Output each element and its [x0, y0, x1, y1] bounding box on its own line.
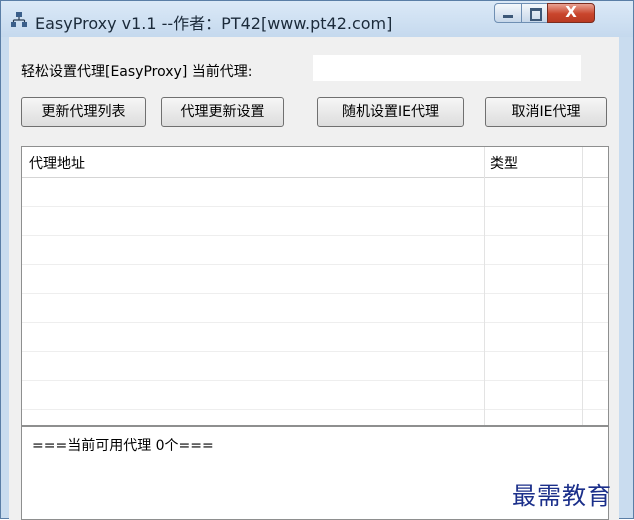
column-header-type[interactable]: 类型	[490, 153, 518, 173]
proxy-list[interactable]: 代理地址 类型	[21, 146, 609, 426]
window-title: EasyProxy v1.1 --作者：PT42[www.pt42.com]	[35, 14, 393, 33]
close-button[interactable]: X	[547, 3, 595, 23]
list-row[interactable]	[22, 323, 608, 352]
list-row[interactable]	[22, 207, 608, 236]
refresh-proxy-list-button[interactable]: 更新代理列表	[21, 97, 146, 127]
column-header-address[interactable]: 代理地址	[29, 153, 85, 173]
network-icon	[11, 12, 27, 27]
list-row[interactable]	[22, 294, 608, 323]
title-bar[interactable]: EasyProxy v1.1 --作者：PT42[www.pt42.com] X	[1, 1, 633, 37]
list-row[interactable]	[22, 265, 608, 294]
main-panel: 轻松设置代理[EasyProxy] 当前代理: 更新代理列表 代理更新设置 随机…	[9, 37, 619, 520]
maximize-button[interactable]	[521, 3, 548, 23]
column-divider	[582, 147, 583, 425]
cancel-ie-proxy-button[interactable]: 取消IE代理	[485, 97, 607, 127]
current-proxy-field[interactable]	[313, 55, 581, 81]
list-row[interactable]	[22, 236, 608, 265]
list-row[interactable]	[22, 178, 608, 207]
watermark-text: 最需教育	[512, 482, 612, 510]
app-window: EasyProxy v1.1 --作者：PT42[www.pt42.com] X…	[0, 0, 634, 520]
available-proxy-count: ===当前可用代理 0个===	[32, 438, 214, 454]
close-icon: X	[565, 3, 577, 21]
random-ie-proxy-button[interactable]: 随机设置IE代理	[317, 97, 464, 127]
proxy-update-settings-button[interactable]: 代理更新设置	[161, 97, 284, 127]
proxy-list-header: 代理地址 类型	[22, 147, 608, 178]
minimize-button[interactable]	[494, 3, 522, 23]
list-row[interactable]	[22, 352, 608, 381]
column-divider	[484, 147, 485, 425]
current-proxy-label: 轻松设置代理[EasyProxy] 当前代理:	[21, 64, 253, 80]
list-row[interactable]	[22, 381, 608, 410]
